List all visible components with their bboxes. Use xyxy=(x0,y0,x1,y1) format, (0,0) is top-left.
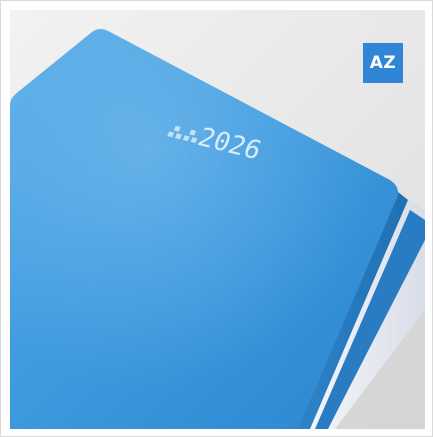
product-image-frame: 2026 AZ xyxy=(0,0,433,437)
az-badge: AZ xyxy=(363,43,403,83)
